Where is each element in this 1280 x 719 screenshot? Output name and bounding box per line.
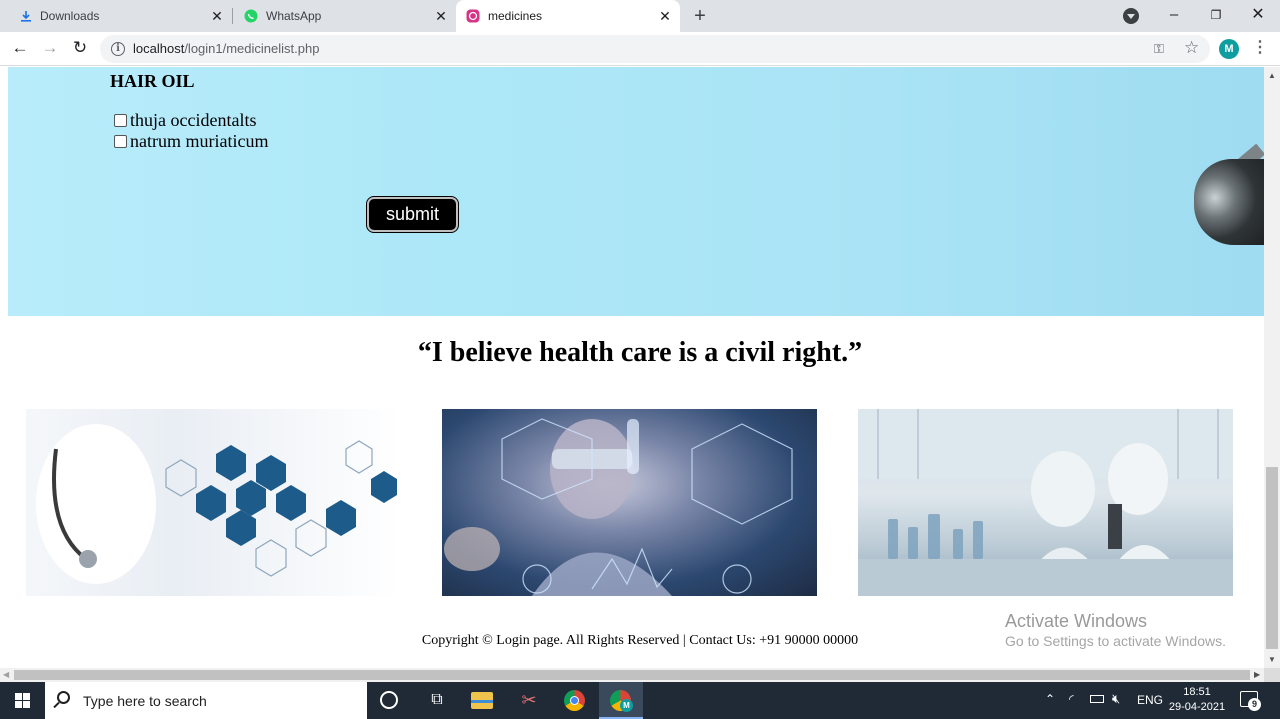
task-view-icon[interactable]: ⧉ xyxy=(425,689,449,711)
forward-arrow-icon[interactable]: → xyxy=(40,38,60,58)
cortana-icon[interactable] xyxy=(380,691,398,709)
url-text[interactable]: localhost/login1/medicinelist.php xyxy=(133,41,319,56)
tab-medicines[interactable]: medicines ✕ xyxy=(456,0,680,32)
laboratory-researchers-photo xyxy=(858,409,1233,596)
chrome-profile-taskbar-button[interactable]: M xyxy=(599,682,643,719)
close-window-button[interactable]: ✕ xyxy=(1236,0,1280,32)
activate-windows-subtitle: Go to Settings to activate Windows. xyxy=(1005,633,1226,649)
scroll-up-arrow-icon[interactable]: ▲ xyxy=(1268,71,1276,80)
input-language[interactable]: ENG xyxy=(1137,693,1163,707)
whatsapp-icon xyxy=(244,9,258,23)
minimize-button[interactable]: – xyxy=(1152,0,1196,32)
scroll-down-arrow-icon[interactable]: ▼ xyxy=(1268,655,1276,664)
category-heading: HAIR OIL xyxy=(110,71,195,91)
file-explorer-icon[interactable] xyxy=(471,692,493,709)
back-arrow-icon[interactable]: ← xyxy=(10,38,30,58)
url-path: /login1/medicinelist.php xyxy=(184,41,320,56)
profile-avatar[interactable]: M xyxy=(1219,39,1239,59)
horizontal-scroll-thumb[interactable] xyxy=(14,670,1250,680)
vertical-scroll-thumb[interactable] xyxy=(1266,467,1278,649)
page-viewport: HAIR OIL thuja occidentalts natrum muria… xyxy=(0,67,1264,668)
medicines-site-icon xyxy=(466,9,480,23)
clock-time: 18:51 xyxy=(1183,686,1211,698)
scrollbar-corner xyxy=(1264,668,1280,682)
laboratory-researchers-graphic xyxy=(858,409,1233,596)
notification-center-icon[interactable]: 9 xyxy=(1240,691,1261,711)
new-tab-icon[interactable]: + xyxy=(690,6,710,26)
clock[interactable]: 18:51 29-04-2021 xyxy=(1166,685,1228,715)
maximize-button[interactable]: ❐ xyxy=(1194,0,1238,32)
address-bar[interactable]: i localhost/login1/medicinelist.php ⚿ ☆ xyxy=(100,35,1210,63)
tab-title: medicines xyxy=(488,9,543,23)
close-tab-icon[interactable]: ✕ xyxy=(434,9,448,23)
volume-muted-icon[interactable]: 🔇︎ xyxy=(1112,691,1120,707)
profile-badge: M xyxy=(620,699,633,712)
tab-title: Downloads xyxy=(40,9,100,23)
site-info-icon[interactable]: i xyxy=(111,42,125,56)
url-host: localhost xyxy=(133,41,185,56)
browser-toolbar: ← → ↻ i localhost/login1/medicinelist.ph… xyxy=(0,32,1280,66)
bookmark-star-icon[interactable]: ☆ xyxy=(1184,38,1199,58)
tab-downloads[interactable]: Downloads ✕ xyxy=(8,0,232,32)
close-tab-icon[interactable]: ✕ xyxy=(210,9,224,23)
scroll-right-arrow-icon[interactable]: ▶ xyxy=(1254,670,1260,679)
browser-menu-icon[interactable]: ⋮ xyxy=(1252,38,1268,58)
medicine-label: thuja occidentalts xyxy=(130,110,257,130)
close-tab-icon[interactable]: ✕ xyxy=(658,9,672,23)
medicine-option[interactable]: thuja occidentalts xyxy=(114,110,256,131)
medicine-option[interactable]: natrum muriaticum xyxy=(114,131,268,152)
download-icon xyxy=(21,11,31,22)
vertical-scrollbar[interactable]: ▲ ▼ xyxy=(1264,67,1280,668)
page-quote: “I believe health care is a civil right.… xyxy=(417,337,863,368)
medical-hexagon-icons-graphic xyxy=(36,424,397,584)
lab-scientist-hologram-photo xyxy=(442,409,817,596)
reload-icon[interactable]: ↻ xyxy=(70,38,90,58)
chrome-profile-icon: M xyxy=(610,690,633,712)
medicine-label: natrum muriaticum xyxy=(130,131,269,151)
snipping-tool-icon[interactable]: ✂ xyxy=(517,689,541,711)
submit-button[interactable]: submit xyxy=(367,197,458,232)
password-key-icon[interactable]: ⚿ xyxy=(1154,41,1164,57)
taskbar-search-box[interactable]: Type here to search xyxy=(45,682,367,719)
stethoscope-image xyxy=(1194,159,1264,245)
hero-background-image xyxy=(8,67,1264,316)
activate-windows-watermark: Activate Windows xyxy=(1005,611,1148,631)
hologram-scientist-graphic xyxy=(444,418,793,596)
medicine-checkbox[interactable] xyxy=(114,135,127,148)
scroll-left-arrow-icon[interactable]: ◀ xyxy=(3,670,9,679)
windows-taskbar: Type here to search ⧉ ✂ M ⌃ ◜ 🔇︎ ENG 18:… xyxy=(0,682,1280,719)
search-placeholder: Type here to search xyxy=(83,693,207,709)
browser-tab-strip: Downloads ✕ WhatsApp ✕ medicines ✕ + – ❐… xyxy=(0,0,1280,32)
tab-separator xyxy=(232,8,233,24)
chrome-icon[interactable] xyxy=(564,690,585,711)
horizontal-scrollbar[interactable]: ◀ ▶ xyxy=(0,668,1264,682)
battery-icon[interactable] xyxy=(1090,695,1104,703)
tab-whatsapp[interactable]: WhatsApp ✕ xyxy=(234,0,456,32)
tab-search-icon[interactable] xyxy=(1123,8,1139,24)
clock-date: 29-04-2021 xyxy=(1168,701,1226,713)
notification-count-badge: 9 xyxy=(1248,698,1261,711)
medicine-checkbox[interactable] xyxy=(114,114,127,127)
medical-icons-photo xyxy=(26,409,401,596)
show-hidden-icons-chevron-icon[interactable]: ⌃ xyxy=(1045,692,1055,706)
windows-start-icon[interactable] xyxy=(0,682,45,719)
search-icon xyxy=(57,691,70,704)
tab-title: WhatsApp xyxy=(266,9,322,23)
network-icon[interactable]: ◜ xyxy=(1069,692,1074,706)
